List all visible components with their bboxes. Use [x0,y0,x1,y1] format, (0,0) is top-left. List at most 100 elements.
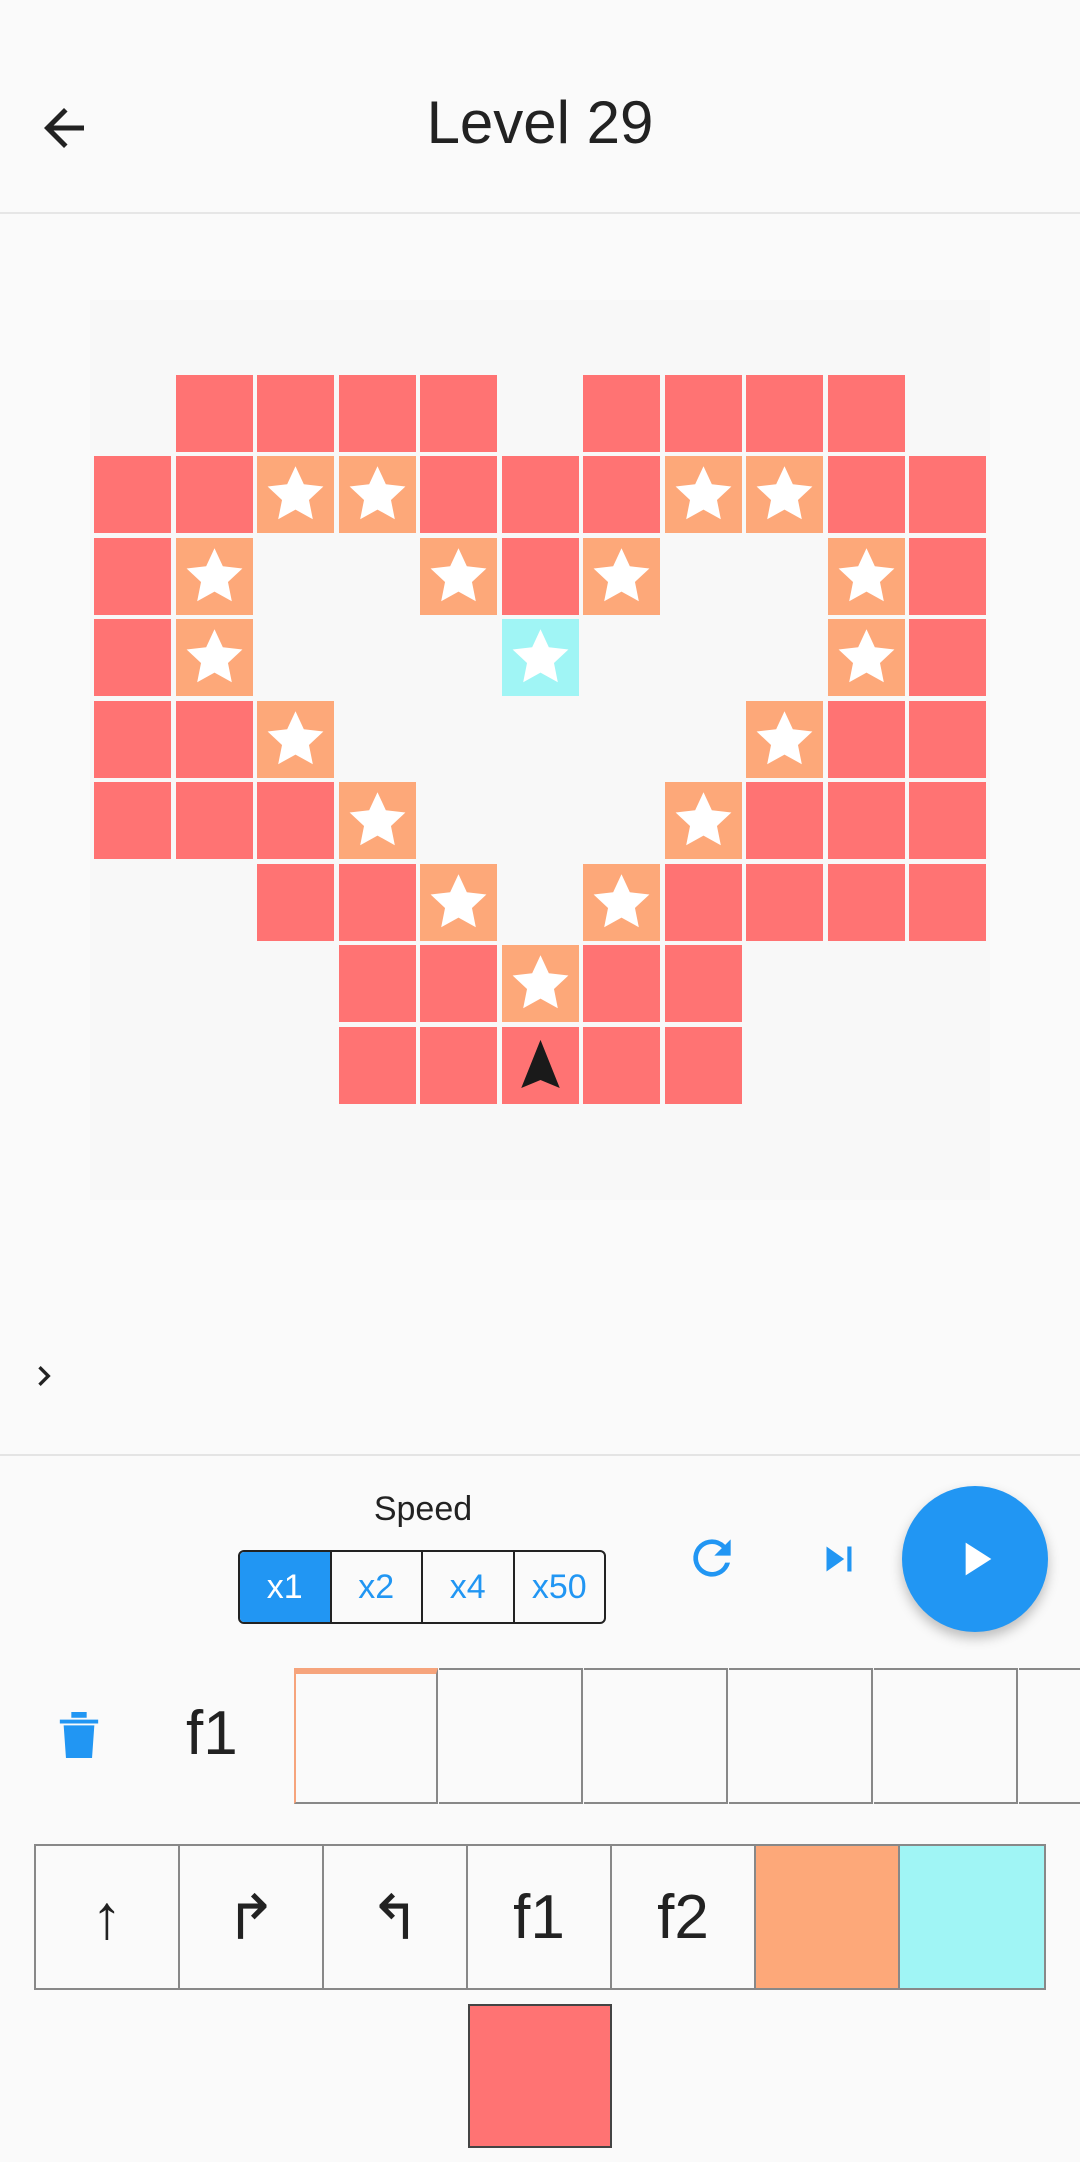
red-tile [909,863,986,941]
forward-command[interactable]: ↑ [36,1846,180,1988]
orange-star-tile [257,700,334,778]
red-color-condition[interactable] [468,2004,612,2148]
red-tile [664,863,742,941]
star-icon [756,710,813,764]
red-tile [94,456,171,533]
red-tile [501,456,579,533]
orange-star-tile [338,782,416,859]
red-tile [909,537,986,615]
red-tile [338,945,416,1022]
red-tile [420,456,497,533]
red-tile [501,537,579,615]
star-icon [838,547,894,601]
red-tile [909,456,986,533]
cyan-color-condition[interactable] [900,1846,1044,1988]
orange-star-tile [338,456,416,533]
function-slot[interactable] [874,1668,1018,1804]
orange-star-tile [175,619,253,696]
red-tile [420,1026,497,1104]
star-icon [267,466,324,520]
orange-star-tile [257,456,334,533]
red-tile [175,700,253,778]
function-slot[interactable] [439,1668,583,1804]
red-tile [338,863,416,941]
orange-star-tile [664,456,742,533]
red-tile [583,1026,660,1104]
play-button[interactable] [902,1486,1048,1632]
red-tile [827,456,905,533]
red-tile [909,619,986,696]
red-tile [583,456,660,533]
speed-x4-button[interactable]: x4 [421,1552,513,1622]
call-f1-command[interactable]: f1 [468,1846,612,1988]
function-slot[interactable] [1019,1668,1080,1804]
orange-star-tile [501,945,579,1022]
speed-x2-button[interactable]: x2 [329,1552,422,1622]
orange-star-tile [746,700,823,778]
star-icon [267,710,324,764]
page-title: Level 29 [426,89,654,156]
orange-color-condition[interactable] [756,1846,900,1988]
play-icon [965,1542,992,1576]
turn-left-command[interactable]: ↰ [324,1846,468,1988]
speed-selector: x1 x2 x4 x50 [238,1550,606,1624]
red-tile [94,700,171,778]
star-icon [349,792,405,846]
speed-x50-button[interactable]: x50 [512,1552,605,1622]
red-tile [94,619,171,696]
speed-label: Speed [373,1490,473,1528]
arrow-head-icon [520,1039,560,1088]
red-tile [420,945,497,1022]
red-tile [664,1026,742,1104]
turn-right-command[interactable]: ↱ [180,1846,324,1988]
function-slot[interactable] [729,1668,873,1804]
red-tile [257,863,334,941]
star-icon [593,873,650,927]
red-tile [583,945,660,1022]
function-slot[interactable] [584,1668,728,1804]
red-tile [94,537,171,615]
step-button[interactable] [814,1534,864,1584]
red-tile [420,374,497,452]
star-icon [186,629,242,683]
speed-x1-button[interactable]: x1 [240,1552,330,1622]
star-icon [675,792,731,846]
red-tile [338,374,416,452]
app-bar: Level 29 [0,0,1080,214]
red-tile [583,374,660,452]
function-slots [294,1668,1080,1806]
function-label: f1 [186,1699,238,1768]
call-f2-command[interactable]: f2 [612,1846,756,1988]
star-icon [756,466,813,520]
star-icon [512,629,568,683]
red-tile [664,945,742,1022]
orange-star-tile [827,619,905,696]
orange-star-tile [420,863,497,941]
clear-function-button[interactable] [56,1708,102,1762]
orange-star-tile [175,537,253,615]
red-tile [746,863,823,941]
star-icon [512,955,568,1009]
star-icon [349,466,405,520]
orange-star-tile [664,782,742,859]
orange-star-tile [746,456,823,533]
red-tile [746,374,823,452]
red-tile [827,700,905,778]
chevron-right-icon [38,1366,51,1386]
red-tile [257,782,334,859]
red-tile [827,863,905,941]
red-tile [94,782,171,859]
reset-button[interactable] [684,1530,740,1586]
skip-next-icon [826,1546,852,1572]
expand-button[interactable] [24,1356,64,1396]
red-tile [175,456,253,533]
red-tile [827,782,905,859]
red-tile [175,374,253,452]
star-icon [593,547,650,601]
red-tile [664,374,742,452]
game-board [90,300,990,1200]
red-tile [909,700,986,778]
function-slot[interactable] [294,1668,438,1804]
red-tile [746,782,823,859]
cyan-star-tile [501,619,579,696]
